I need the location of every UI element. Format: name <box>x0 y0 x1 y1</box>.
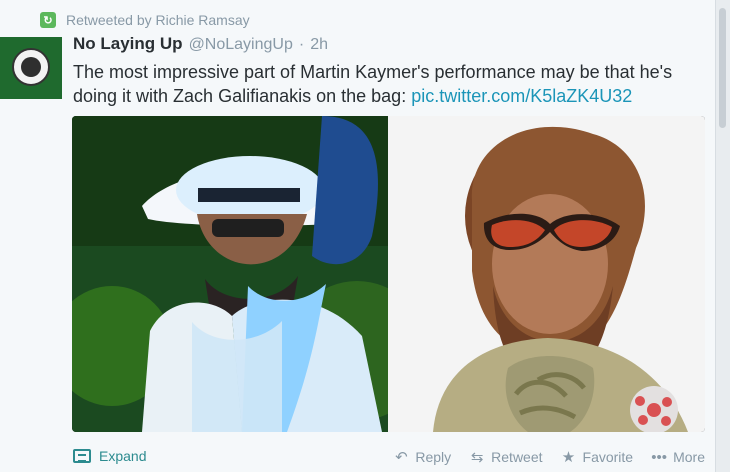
tweet-media[interactable] <box>72 116 705 432</box>
scrollbar-thumb[interactable] <box>719 8 726 128</box>
media-link[interactable]: pic.twitter.com/K5laZK4U32 <box>411 86 632 106</box>
tweet-card: ↻ Retweeted by Richie Ramsay No Laying U… <box>0 0 716 472</box>
tweet-content: No Laying Up @NoLayingUp · 2h The most i… <box>73 34 705 108</box>
tweet-header: No Laying Up @NoLayingUp · 2h <box>73 34 705 54</box>
retweet-action-icon: ⇆ <box>470 449 484 466</box>
tweet-text: The most impressive part of Martin Kayme… <box>73 60 705 108</box>
display-name[interactable]: No Laying Up <box>73 34 183 54</box>
user-handle[interactable]: @NoLayingUp <box>189 36 293 54</box>
expand-button[interactable]: Expand <box>73 448 146 464</box>
time-separator: · <box>298 36 305 53</box>
retweet-button[interactable]: ⇆ Retweet <box>469 448 543 466</box>
retweet-label-action: Retweet <box>491 449 543 465</box>
reply-label: Reply <box>415 449 452 465</box>
scrollbar[interactable] <box>715 0 730 472</box>
star-icon: ★ <box>561 449 576 466</box>
retweet-label: Retweeted by Richie Ramsay <box>66 12 250 28</box>
retweet-icon: ↻ <box>40 12 56 28</box>
retweet-context: ↻ Retweeted by Richie Ramsay <box>40 12 250 28</box>
more-icon: ••• <box>651 448 667 466</box>
favorite-label: Favorite <box>582 449 634 465</box>
more-label: More <box>673 449 705 465</box>
favorite-button[interactable]: ★ Favorite <box>561 448 634 466</box>
action-group: ↶ Reply ⇆ Retweet ★ Favorite ••• More <box>393 448 705 467</box>
reply-button[interactable]: ↶ Reply <box>393 448 451 466</box>
kaymer-photo <box>72 116 388 432</box>
reply-icon: ↶ <box>395 449 408 466</box>
avatar[interactable] <box>0 37 62 99</box>
galifianakis-photo <box>388 116 705 432</box>
expand-label: Expand <box>99 448 147 464</box>
tweet-time[interactable]: 2h <box>310 36 328 54</box>
more-button[interactable]: ••• More <box>651 449 705 466</box>
expand-icon <box>73 449 91 463</box>
golf-ball-logo <box>12 48 50 86</box>
